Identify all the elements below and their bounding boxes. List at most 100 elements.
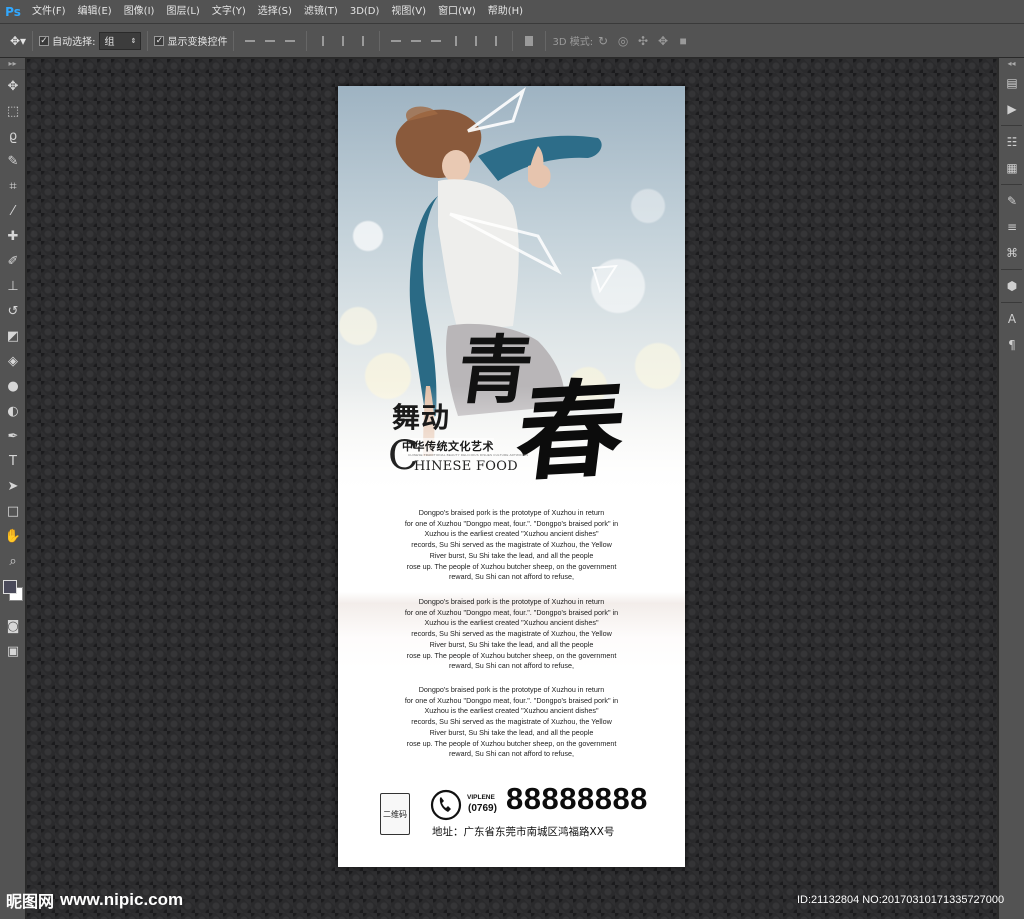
auto-select-value: 组	[104, 37, 115, 48]
properties-panel-icon[interactable]: ☷	[999, 129, 1024, 155]
divider	[147, 30, 149, 51]
3d-panel-icon[interactable]: ⬢	[999, 273, 1024, 299]
pan-3d-icon[interactable]: ✣	[636, 34, 650, 48]
clone-stamp-tool-icon[interactable]: ⊥	[0, 274, 26, 299]
title-wudong: 舞动	[392, 401, 451, 434]
type-tool-icon[interactable]: T	[0, 449, 26, 474]
menu-bar: Ps 文件(F) 编辑(E) 图像(I) 图层(L) 文字(Y) 选择(S) 滤…	[0, 0, 1024, 24]
auto-align-icon[interactable]	[523, 35, 535, 47]
pen-tool-icon[interactable]: ✒	[0, 424, 26, 449]
paragraph-line: records, Su Shi served as the magistrate…	[411, 540, 612, 550]
watermark-id: ID:21132804 NO:20170310171335727000	[797, 894, 1005, 906]
healing-brush-tool-icon[interactable]: ✚	[0, 224, 26, 249]
divider	[306, 30, 308, 51]
menu-edit[interactable]: 编辑(E)	[72, 0, 118, 24]
subtitle-tiny: CHINESE TRADITIONAL BEAUTY DELICIOUS DIS…	[408, 453, 529, 457]
auto-select-checkbox[interactable]: ✓	[39, 35, 50, 46]
menu-layer[interactable]: 图层(L)	[160, 0, 205, 24]
menu-3d[interactable]: 3D(D)	[344, 0, 386, 24]
scale-3d-icon[interactable]: ■	[676, 34, 690, 48]
paragraph-line: records, Su Shi served as the magistrate…	[411, 629, 612, 639]
area-code: (0769)	[468, 803, 497, 814]
auto-select-label: 自动选择:	[52, 37, 96, 48]
menu-filter[interactable]: 滤镜(T)	[298, 0, 344, 24]
rectangle-tool-icon[interactable]: □	[0, 499, 26, 524]
paragraph-line: Dongpo's braised pork is the prototype o…	[418, 597, 605, 606]
eraser-tool-icon[interactable]: ◩	[0, 324, 26, 349]
quick-select-tool-icon[interactable]: ✎	[0, 149, 26, 174]
paragraph-line: Xuzhou is the earliest created "Xuzhou a…	[424, 706, 599, 716]
align-left-icon[interactable]	[317, 35, 329, 47]
clone-source-icon[interactable]: ⌘	[999, 240, 1024, 266]
paragraph-line: Dongpo's braised pork is the prototype o…	[418, 685, 605, 694]
poster-document[interactable]: 青 舞动 春 中华传统文化艺术 CHINESE TRADITIONAL BEAU…	[338, 86, 685, 867]
menu-file[interactable]: 文件(F)	[26, 0, 72, 24]
watermark-left: 昵图网 www.nipic.com	[6, 888, 183, 912]
crop-tool-icon[interactable]: ⌗	[0, 174, 26, 199]
align-right-icon[interactable]	[357, 35, 369, 47]
paragraph-line: reward, Su Shi can not afford to refuse,	[449, 661, 574, 671]
move-tool-preset-icon[interactable]: ✥▾	[10, 34, 26, 48]
panel-grip-icon[interactable]: ▸▸	[0, 58, 25, 70]
paragraph-line: Xuzhou is the earliest created "Xuzhou a…	[424, 529, 599, 539]
subtitle-english: HINESE FOOD	[414, 459, 518, 474]
show-transform-checkbox[interactable]: ✓	[154, 35, 165, 46]
blur-tool-icon[interactable]: ●	[0, 374, 26, 399]
distribute-top-icon[interactable]	[390, 35, 402, 47]
panel-grip-icon[interactable]: ◂◂	[999, 58, 1024, 70]
history-brush-tool-icon[interactable]: ↺	[0, 299, 26, 324]
paragraph-line: rose up. The people of Xuzhou butcher sh…	[406, 650, 617, 660]
watermark-url: www.nipic.com	[60, 890, 184, 909]
divider	[379, 30, 381, 51]
align-top-icon[interactable]	[244, 35, 256, 47]
divider	[32, 30, 34, 51]
hand-tool-icon[interactable]: ✋	[0, 524, 26, 549]
distribute-vcenter-icon[interactable]	[410, 35, 422, 47]
marquee-tool-icon[interactable]: ⬚	[0, 99, 26, 124]
adjustments-panel-icon[interactable]: ▦	[999, 155, 1024, 181]
paragraph-line: River burst, Su Shi take the lead, and a…	[429, 639, 594, 649]
distribute-left-icon[interactable]	[450, 35, 462, 47]
align-vcenter-icon[interactable]	[264, 35, 276, 47]
paragraph-line: reward, Su Shi can not afford to refuse,	[449, 749, 574, 759]
zoom-tool-icon[interactable]: ⌕	[0, 549, 26, 574]
paint-bucket-tool-icon[interactable]: ◈	[0, 349, 26, 374]
brush-tool-icon[interactable]: ✐	[0, 249, 26, 274]
dodge-tool-icon[interactable]: ◐	[0, 399, 26, 424]
brush-presets-icon[interactable]: ≡	[999, 214, 1024, 240]
screen-mode-icon[interactable]: ▣	[0, 639, 26, 664]
rotate-3d-icon[interactable]: ↻	[596, 34, 610, 48]
eyedropper-tool-icon[interactable]: ⁄	[0, 199, 26, 224]
distribute-bottom-icon[interactable]	[430, 35, 442, 47]
align-bottom-icon[interactable]	[284, 35, 296, 47]
paragraph-line: rose up. The people of Xuzhou butcher sh…	[406, 561, 617, 571]
auto-select-dropdown[interactable]: 组 ⇕	[99, 31, 142, 50]
slide-3d-icon[interactable]: ✥	[656, 34, 670, 48]
menu-window[interactable]: 窗口(W)	[432, 0, 482, 24]
history-panel-icon[interactable]: ▤	[999, 70, 1024, 96]
path-select-tool-icon[interactable]: ➤	[0, 474, 26, 499]
actions-panel-icon[interactable]: ▶	[999, 96, 1024, 122]
roll-3d-icon[interactable]: ◎	[616, 34, 630, 48]
move-tool-icon[interactable]: ✥	[0, 74, 26, 99]
menu-type[interactable]: 文字(Y)	[206, 0, 252, 24]
menu-image[interactable]: 图像(I)	[118, 0, 161, 24]
paragraph-panel-icon[interactable]: ¶	[999, 332, 1024, 358]
foreground-color-swatch[interactable]	[3, 580, 17, 594]
mode-3d-label: 3D 模式:	[552, 37, 594, 48]
phone-icon	[430, 789, 462, 821]
menu-help[interactable]: 帮助(H)	[482, 0, 529, 24]
align-hcenter-icon[interactable]	[337, 35, 349, 47]
menu-view[interactable]: 视图(V)	[385, 0, 432, 24]
distribute-hcenter-icon[interactable]	[470, 35, 482, 47]
distribute-right-icon[interactable]	[490, 35, 502, 47]
paragraph-line: reward, Su Shi can not afford to refuse,	[449, 572, 574, 582]
menu-select[interactable]: 选择(S)	[252, 0, 298, 24]
quick-mask-icon[interactable]: ◙	[0, 614, 26, 639]
brush-panel-icon[interactable]: ✎	[999, 188, 1024, 214]
photoshop-window: Ps 文件(F) 编辑(E) 图像(I) 图层(L) 文字(Y) 选择(S) 滤…	[0, 0, 1024, 919]
photoshop-logo-icon[interactable]: Ps	[0, 0, 26, 24]
character-panel-icon[interactable]: A	[999, 306, 1024, 332]
lasso-tool-icon[interactable]: ϱ	[0, 124, 26, 149]
show-transform-label: 显示变换控件	[167, 37, 228, 48]
